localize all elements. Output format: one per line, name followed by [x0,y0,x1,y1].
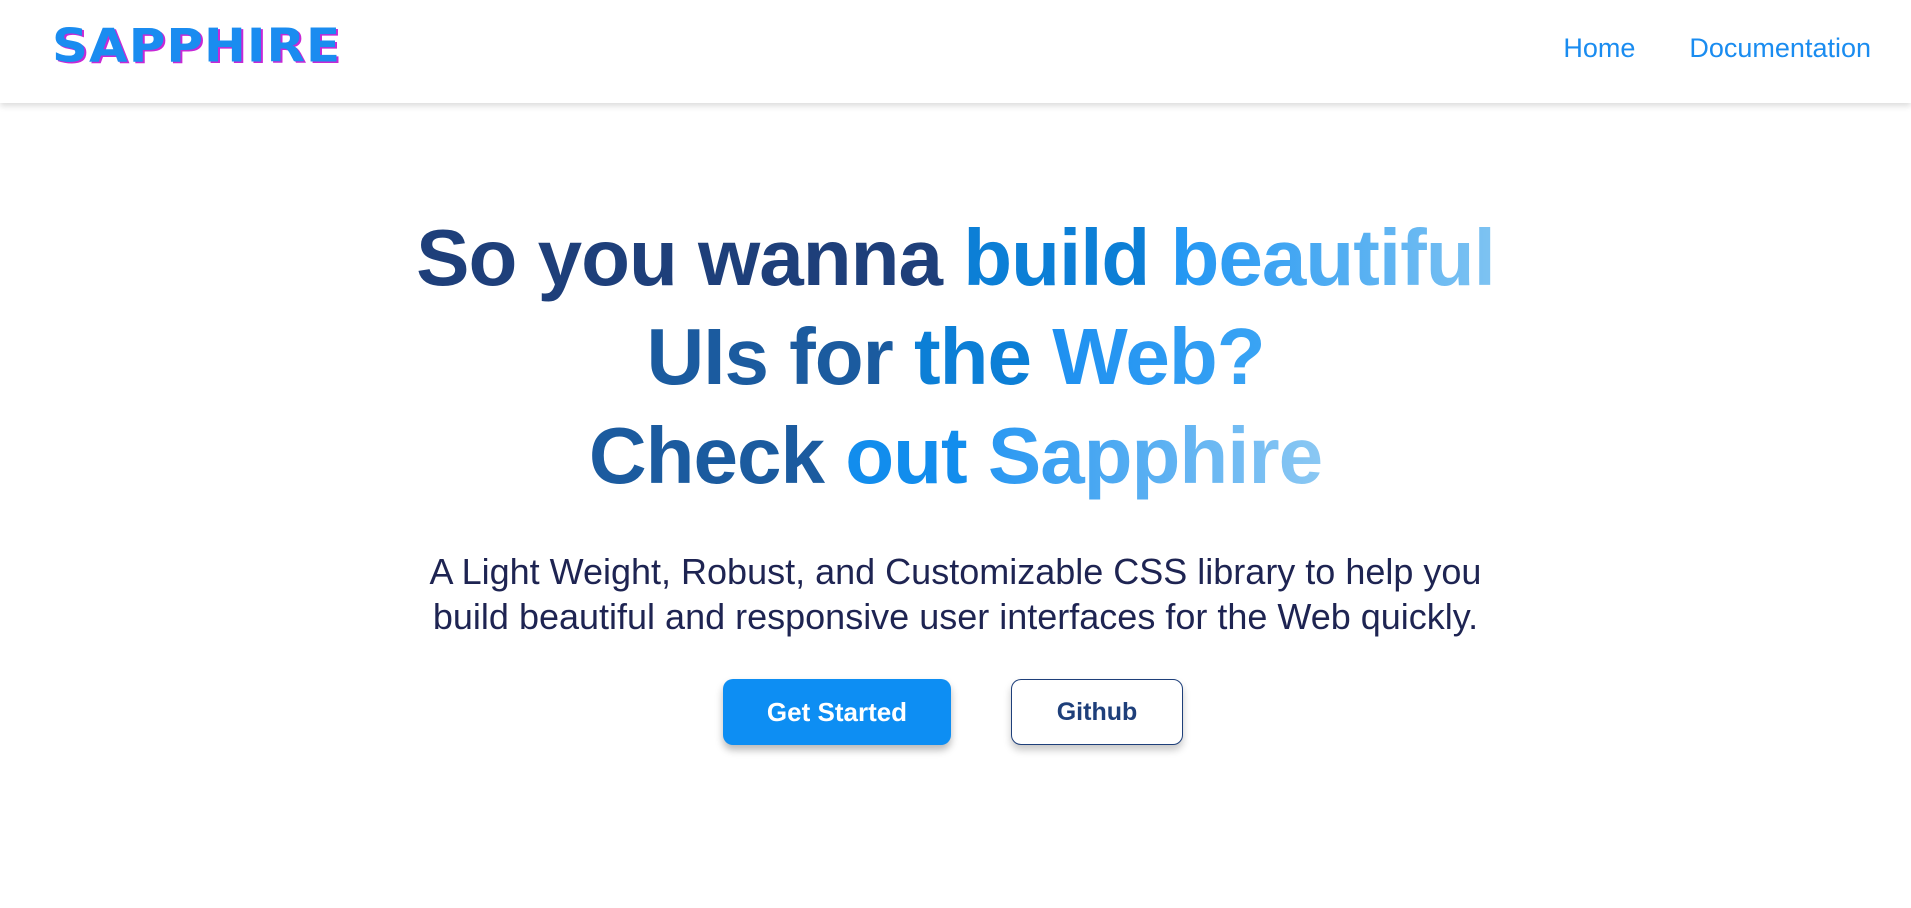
headline-line-1: So you wanna build beautiful [356,208,1556,307]
hero-subtitle-line-1: A Light Weight, Robust, and Customizable… [429,551,1482,592]
headline-line-3-part-1: Check [588,411,825,500]
hero-headline: So you wanna build beautiful UIs for the… [356,208,1556,505]
headline-line-3: Check out Sapphire [356,406,1556,505]
nav-links: Home Documentation [1563,28,1871,68]
headline-line-2-part-2: the [914,312,1032,401]
headline-line-2-part-1: UIs for [646,312,893,401]
headline-line-3-part-3: Sapphire [987,411,1323,500]
headline-line-1-part-3: beautiful [1170,213,1496,302]
top-navbar: SAPPHIRE Home Documentation [0,0,1911,103]
headline-line-3-part-2: out [845,411,967,500]
headline-line-1-part-1: So you wanna [416,213,943,302]
hero-section: So you wanna build beautiful UIs for the… [0,208,1911,745]
sapphire-logo[interactable]: SAPPHIRE [52,20,341,72]
hero-subtitle: A Light Weight, Robust, and Customizable… [381,549,1531,639]
nav-link-home[interactable]: Home [1563,28,1635,68]
hero-buttons: Get Started Github [0,679,1911,745]
headline-line-2-part-3: Web? [1052,312,1265,401]
headline-line-1-part-2: build [963,213,1150,302]
headline-line-2: UIs for the Web? [356,307,1556,406]
github-button[interactable]: Github [1011,679,1183,745]
nav-link-documentation[interactable]: Documentation [1689,28,1871,68]
get-started-button[interactable]: Get Started [723,679,951,745]
hero-subtitle-line-2: build beautiful and responsive user inte… [432,596,1479,637]
